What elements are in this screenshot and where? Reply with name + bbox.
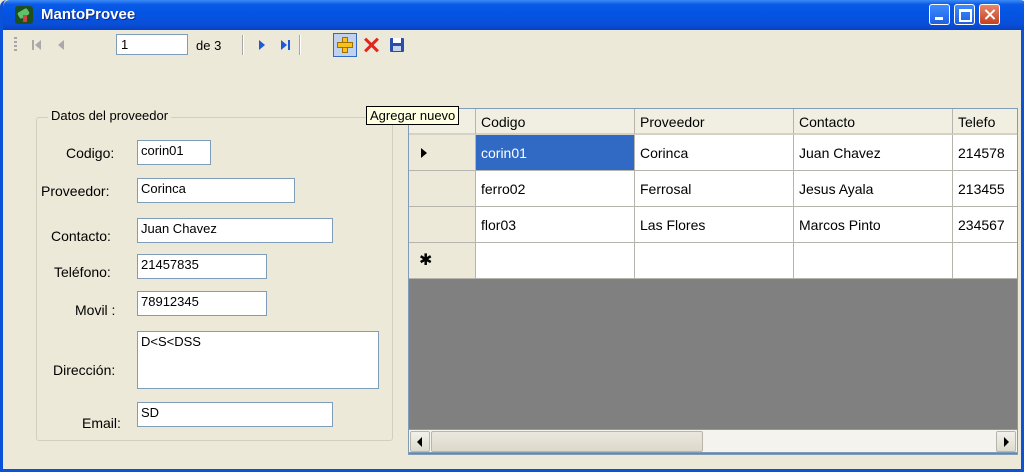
move-previous-button[interactable] [50,34,72,56]
movil-field[interactable]: 78912345 [137,291,267,316]
grid-cell[interactable]: Marcos Pinto [794,207,953,243]
scroll-thumb[interactable] [431,431,703,452]
grid-cell[interactable]: flor03 [476,207,635,243]
current-row-arrow-icon [421,148,427,158]
grid-cell[interactable]: corin01 [476,135,635,171]
direccion-field[interactable]: D<S<DSS [137,331,379,389]
grid-cell[interactable]: 234567 [953,207,1017,243]
maximize-button[interactable] [954,4,975,25]
add-new-button[interactable] [333,33,357,57]
grid-cell[interactable] [476,243,635,279]
floppy-disk-icon [390,38,404,52]
toolbar-grip[interactable] [14,37,17,53]
telefono-label: Teléfono: [54,264,111,280]
new-row-star-icon: ✱ [419,252,433,269]
row-header[interactable] [409,171,476,207]
grid-cell[interactable]: 213455 [953,171,1017,207]
table-row[interactable]: corin01 Corinca Juan Chavez 214578 [409,135,1017,171]
move-first-button[interactable] [26,34,48,56]
position-input[interactable] [116,34,188,55]
binding-navigator-toolbar: de 3 [6,30,1024,60]
move-next-button[interactable] [250,34,272,56]
row-header[interactable]: ✱ [409,243,476,279]
main-window: MantoProvee de 3 Agregar nuevo Datos del… [0,0,1024,472]
grid-cell[interactable] [953,243,1017,279]
toolbar-separator [299,35,301,55]
record-count-label: de 3 [196,38,222,53]
grid-cell[interactable]: ferro02 [476,171,635,207]
column-header-contacto[interactable]: Contacto [794,109,953,135]
app-icon [15,6,33,24]
close-button[interactable] [979,4,1000,25]
move-first-icon [32,40,34,50]
proveedor-field[interactable]: Corinca [137,178,295,203]
groupbox-title: Datos del proveedor [48,108,172,123]
column-header-proveedor[interactable]: Proveedor [635,109,794,135]
save-button[interactable] [386,34,408,56]
scroll-right-button[interactable] [996,431,1016,452]
table-row[interactable]: flor03 Las Flores Marcos Pinto 234567 [409,207,1017,243]
move-next-icon [259,40,265,50]
horizontal-scrollbar[interactable] [408,429,1018,453]
grid-cell[interactable]: Ferrosal [635,171,794,207]
grid-cell[interactable]: Jesus Ayala [794,171,953,207]
grid-cell[interactable] [635,243,794,279]
contacto-label: Contacto: [51,228,111,244]
grid-cell[interactable]: Las Flores [635,207,794,243]
window-title: MantoProvee [41,6,136,23]
telefono-field[interactable]: 21457835 [137,254,267,279]
minimize-button[interactable] [929,4,950,25]
column-header-codigo[interactable]: Codigo [476,109,635,135]
row-header[interactable] [409,207,476,243]
email-label: Email: [82,415,121,431]
toolbar-separator [242,35,244,55]
direccion-label: Dirección: [53,362,116,378]
move-last-arrow [281,40,287,50]
contacto-field[interactable]: Juan Chavez [137,218,333,243]
movil-label: Movil : [75,302,116,318]
grid-cell[interactable]: Corinca [635,135,794,171]
email-field[interactable]: SD [137,402,333,427]
row-header[interactable] [409,135,476,171]
delete-button[interactable] [360,34,382,56]
tooltip: Agregar nuevo [366,106,460,125]
grid-header-row: Codigo Proveedor Contacto Telefo [409,109,1017,135]
codigo-label: Codigo: [66,145,115,161]
move-last-button[interactable] [274,34,296,56]
table-row[interactable]: ferro02 Ferrosal Jesus Ayala 213455 [409,171,1017,207]
scroll-left-button[interactable] [410,431,430,452]
move-previous-icon [58,40,64,50]
move-last-icon [288,40,290,50]
codigo-field[interactable]: corin01 [137,140,211,165]
grid-cell[interactable] [794,243,953,279]
proveedor-label: Proveedor: [41,183,110,199]
providers-datagrid[interactable]: Codigo Proveedor Contacto Telefo corin01… [408,108,1018,455]
column-header-telefono[interactable]: Telefo [953,109,1017,135]
new-row[interactable]: ✱ [409,243,1017,279]
title-bar[interactable]: MantoProvee [3,0,1024,30]
grid-cell[interactable]: 214578 [953,135,1017,171]
grid-cell[interactable]: Juan Chavez [794,135,953,171]
move-first-arrow [35,40,41,50]
plus-icon [337,37,353,53]
